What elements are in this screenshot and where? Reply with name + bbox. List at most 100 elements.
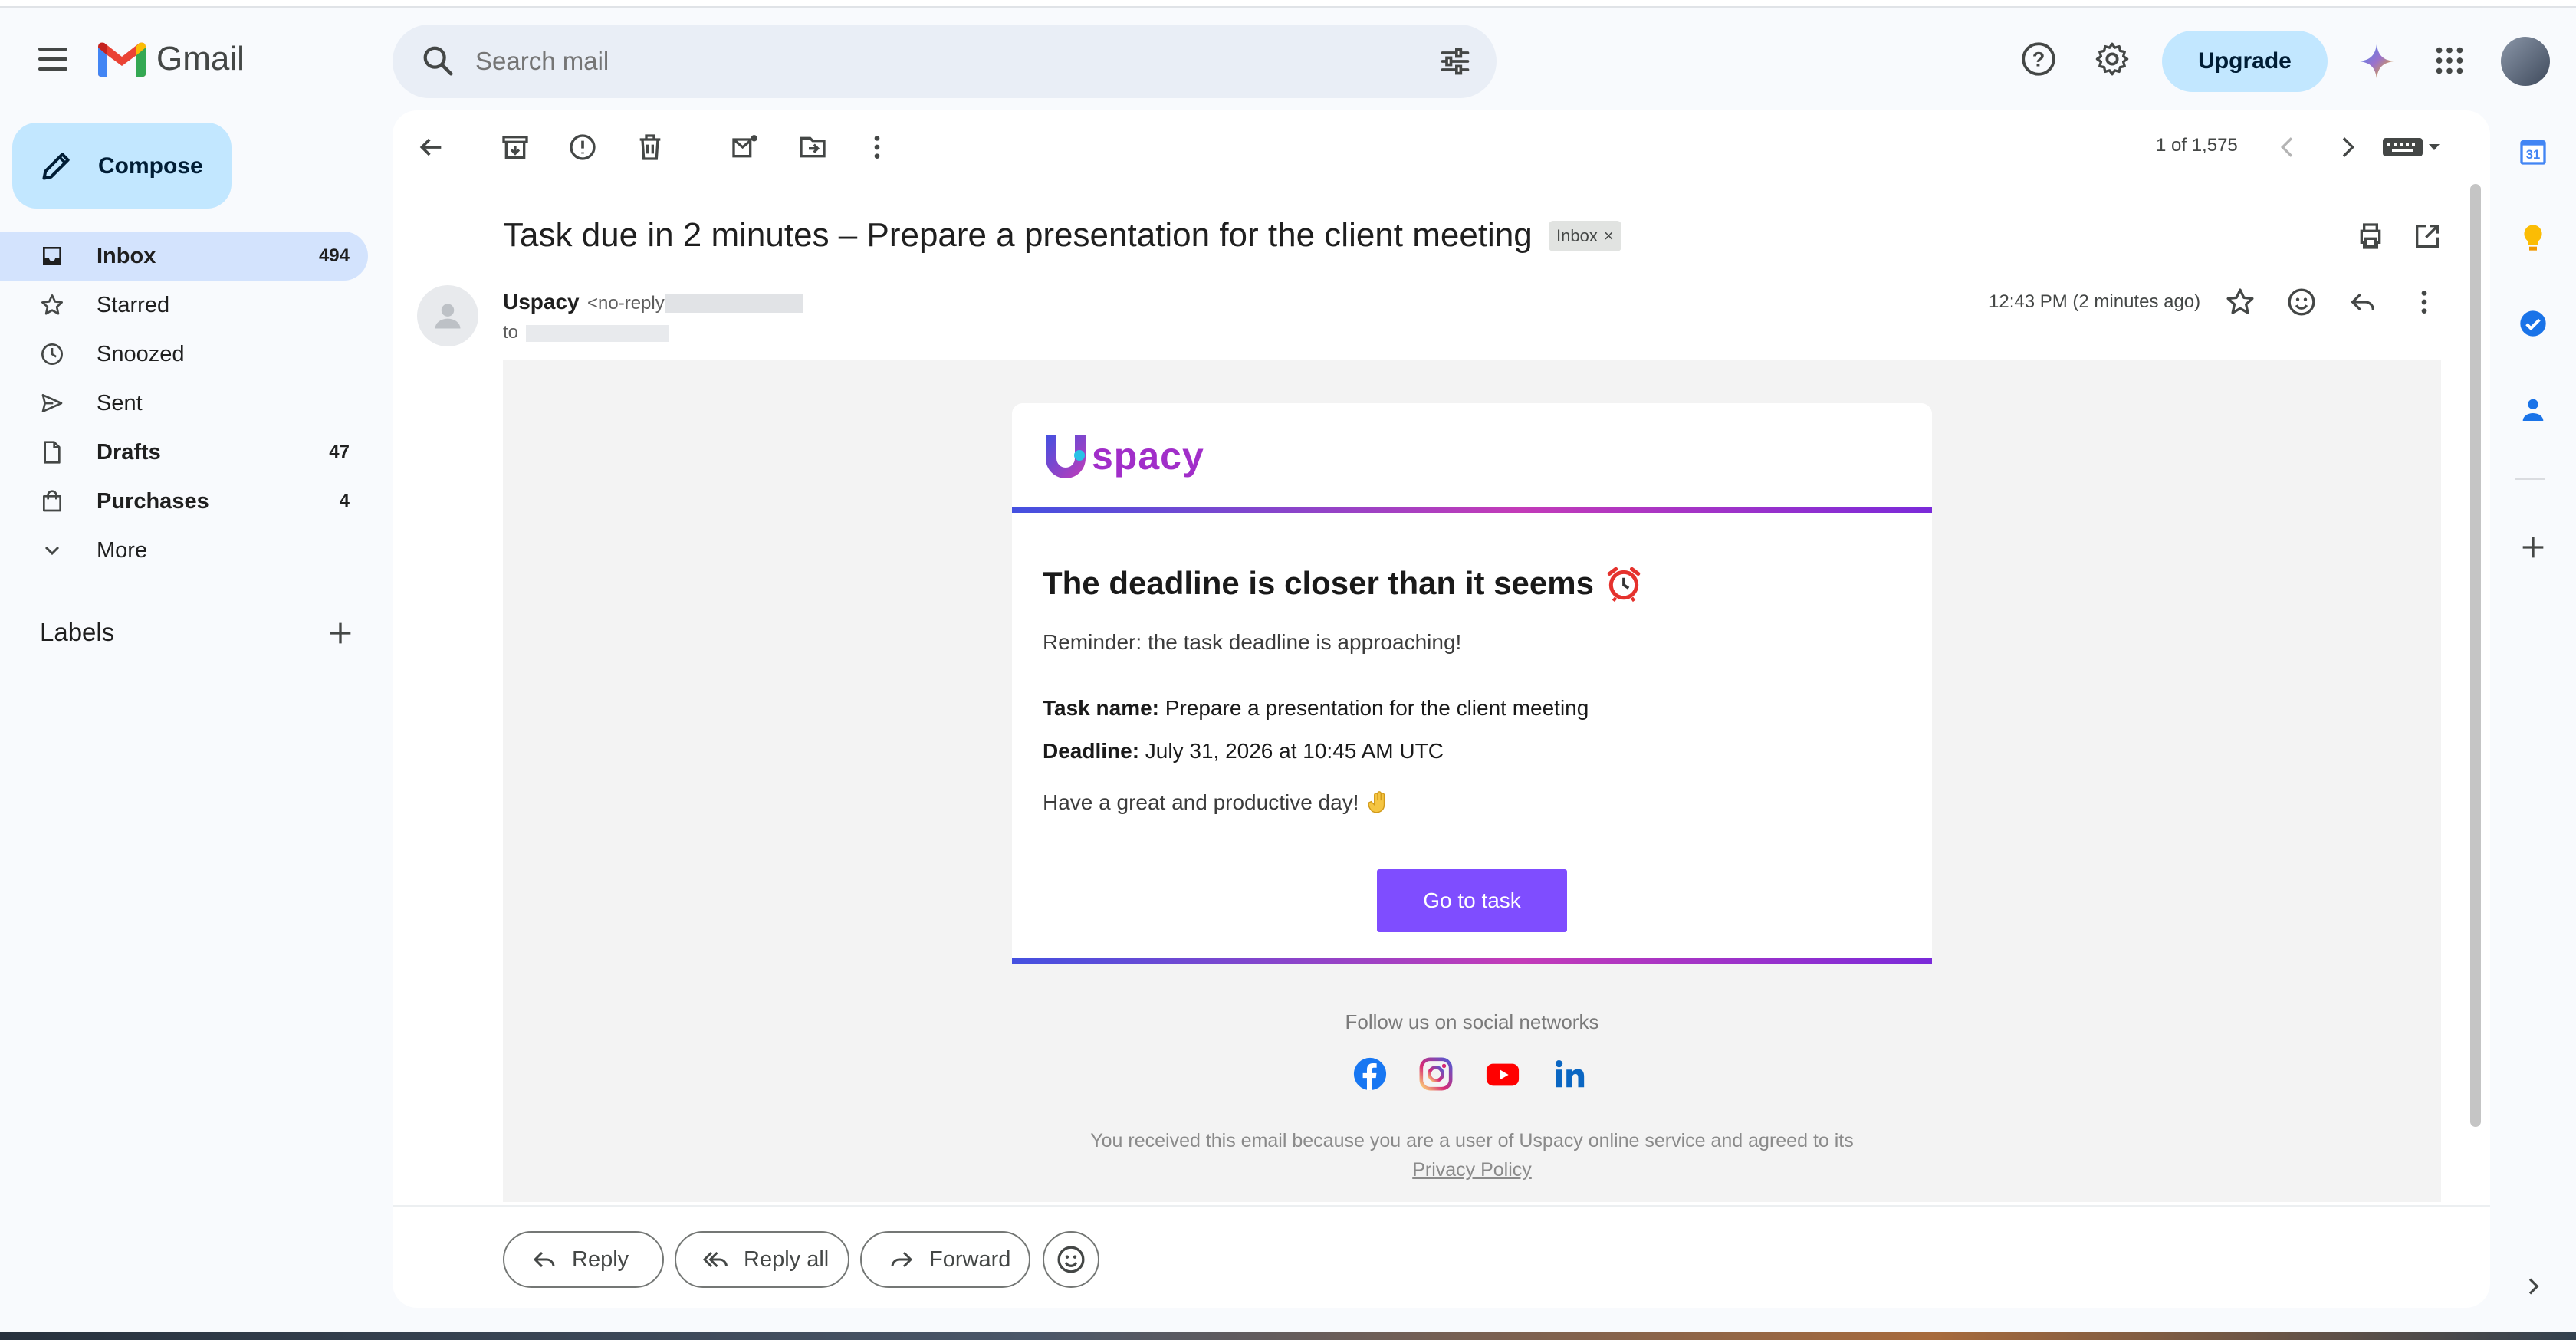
recipient-line[interactable]: to bbox=[503, 322, 518, 343]
message-scrollbar[interactable] bbox=[2470, 184, 2481, 1127]
message-view: 1 of 1,575 Task due in 2 minutes – Prepa… bbox=[393, 110, 2490, 1308]
gmail-logo[interactable]: Gmail bbox=[98, 40, 245, 78]
uspacy-logo: spacy bbox=[1043, 432, 1204, 480]
sender-name[interactable]: Uspacy bbox=[503, 290, 580, 314]
search-input[interactable] bbox=[475, 40, 1395, 83]
emoji-reaction-button[interactable] bbox=[1043, 1231, 1099, 1288]
star-outline-icon[interactable] bbox=[2225, 287, 2256, 317]
sidebar-item-label: Inbox bbox=[97, 244, 156, 268]
open-new-window-icon[interactable] bbox=[2412, 221, 2443, 251]
sidebar-item-label: Purchases bbox=[97, 489, 209, 514]
instagram-icon[interactable] bbox=[1418, 1056, 1454, 1092]
delete-trash-icon[interactable] bbox=[635, 132, 665, 163]
email-headline: The deadline is closer than it seems bbox=[1043, 564, 1643, 603]
print-icon[interactable] bbox=[2355, 221, 2386, 251]
reply-all-icon bbox=[702, 1251, 728, 1268]
go-to-task-button[interactable]: Go to task bbox=[1377, 869, 1567, 932]
back-arrow-icon[interactable] bbox=[416, 132, 446, 163]
email-body: spacy The deadline is closer than it see… bbox=[503, 360, 2441, 1202]
privacy-policy-link[interactable]: Privacy Policy bbox=[503, 1159, 2441, 1181]
gemini-sparkle-icon[interactable] bbox=[2358, 43, 2395, 80]
sidebar-item-sent[interactable]: Sent bbox=[0, 379, 368, 428]
search-options-icon[interactable] bbox=[1438, 44, 1472, 78]
reply-label: Reply bbox=[572, 1246, 629, 1272]
keep-bulb-icon[interactable] bbox=[2518, 222, 2548, 253]
facebook-icon[interactable] bbox=[1352, 1056, 1388, 1092]
gradient-divider-bottom bbox=[1012, 958, 1932, 964]
sidebar-item-label: Sent bbox=[97, 391, 143, 415]
calendar-day: 31 bbox=[2526, 147, 2541, 162]
redacted-recipient bbox=[526, 325, 669, 342]
sidebar-item-inbox[interactable]: Inbox 494 bbox=[0, 232, 368, 281]
upgrade-button[interactable]: Upgrade bbox=[2162, 31, 2328, 92]
inbox-label-chip[interactable]: Inbox × bbox=[1549, 221, 1622, 251]
reply-icon bbox=[533, 1251, 555, 1268]
deadline-label: Deadline: bbox=[1043, 739, 1140, 763]
search-icon[interactable] bbox=[420, 43, 455, 78]
chip-label: Inbox bbox=[1556, 226, 1598, 245]
gmail-m-icon bbox=[98, 42, 146, 77]
move-to-folder-icon[interactable] bbox=[797, 132, 828, 163]
redacted-email bbox=[665, 294, 803, 313]
more-vert-icon[interactable] bbox=[862, 132, 892, 163]
compose-button[interactable]: Compose bbox=[12, 123, 232, 209]
sidebar-item-purchases[interactable]: Purchases 4 bbox=[0, 477, 368, 526]
message-time: 12:43 PM (2 minutes ago) bbox=[1989, 291, 2201, 312]
expand-panel-chevron-icon[interactable] bbox=[2521, 1274, 2545, 1299]
sidebar-nav: Inbox 494 Starred Snoozed Sent Drafts 47… bbox=[0, 232, 368, 575]
tasks-check-icon[interactable] bbox=[2518, 308, 2548, 339]
calendar-icon[interactable]: 31 bbox=[2518, 136, 2548, 167]
apps-grid-icon[interactable] bbox=[2432, 43, 2467, 78]
alarm-clock-icon bbox=[1607, 567, 1641, 603]
forward-button[interactable]: Forward bbox=[860, 1231, 1030, 1288]
chevron-down-icon bbox=[44, 546, 60, 556]
emoji-react-icon[interactable] bbox=[2286, 287, 2317, 317]
add-label-icon[interactable] bbox=[325, 618, 356, 649]
reply-all-label: Reply all bbox=[744, 1246, 830, 1272]
person-icon bbox=[435, 304, 461, 329]
more-vert-icon[interactable] bbox=[2409, 287, 2440, 317]
sidebar-item-starred[interactable]: Starred bbox=[0, 281, 368, 330]
sidebar-item-more[interactable]: More bbox=[0, 526, 368, 575]
purchases-count: 4 bbox=[339, 491, 350, 511]
task-name-value: Prepare a presentation for the client me… bbox=[1159, 696, 1589, 720]
help-icon[interactable]: ? bbox=[2019, 40, 2058, 78]
social-links bbox=[1352, 1056, 1587, 1092]
linkedin-icon[interactable] bbox=[1552, 1056, 1587, 1092]
main-menu-button[interactable] bbox=[34, 40, 72, 78]
chevron-right-icon[interactable] bbox=[2332, 132, 2363, 163]
forward-icon bbox=[891, 1251, 913, 1268]
reply-all-button[interactable]: Reply all bbox=[675, 1231, 849, 1288]
pencil-icon bbox=[42, 153, 70, 180]
draft-file-icon bbox=[44, 441, 61, 464]
report-spam-icon[interactable] bbox=[567, 132, 598, 163]
settings-gear-icon[interactable] bbox=[2093, 40, 2131, 78]
task-name-line: Task name: Prepare a presentation for th… bbox=[1043, 696, 1589, 721]
remove-label-icon[interactable]: × bbox=[1604, 226, 1614, 246]
archive-icon[interactable] bbox=[500, 132, 531, 163]
task-name-label: Task name: bbox=[1043, 696, 1159, 720]
svg-text:?: ? bbox=[2032, 47, 2045, 71]
reminder-text: Reminder: the task deadline is approachi… bbox=[1043, 630, 1462, 654]
shopping-bag-icon bbox=[43, 490, 61, 512]
email-subject: Task due in 2 minutes – Prepare a presen… bbox=[503, 216, 1533, 254]
mark-unread-icon[interactable] bbox=[730, 132, 761, 163]
youtube-icon[interactable] bbox=[1484, 1056, 1521, 1092]
reply-icon[interactable] bbox=[2348, 287, 2378, 317]
side-panel-divider bbox=[2515, 478, 2545, 480]
send-icon bbox=[41, 394, 63, 412]
sender-avatar[interactable] bbox=[417, 285, 478, 346]
deadline-value: July 31, 2026 at 10:45 AM UTC bbox=[1139, 739, 1444, 763]
account-avatar[interactable] bbox=[2501, 37, 2550, 86]
greeting-text: Have a great and productive day! bbox=[1043, 790, 1359, 814]
draft-count: 47 bbox=[329, 442, 350, 462]
add-addon-icon[interactable] bbox=[2518, 532, 2548, 563]
sidebar-item-drafts[interactable]: Drafts 47 bbox=[0, 428, 368, 477]
chevron-left-icon[interactable] bbox=[2272, 132, 2303, 163]
sidebar-item-label: Snoozed bbox=[97, 342, 185, 366]
notification-card: spacy The deadline is closer than it see… bbox=[1012, 403, 1932, 964]
keyboard-icon[interactable] bbox=[2381, 133, 2443, 161]
sidebar-item-snoozed[interactable]: Snoozed bbox=[0, 330, 368, 379]
contacts-person-icon[interactable] bbox=[2518, 394, 2548, 425]
reply-button[interactable]: Reply bbox=[503, 1231, 664, 1288]
